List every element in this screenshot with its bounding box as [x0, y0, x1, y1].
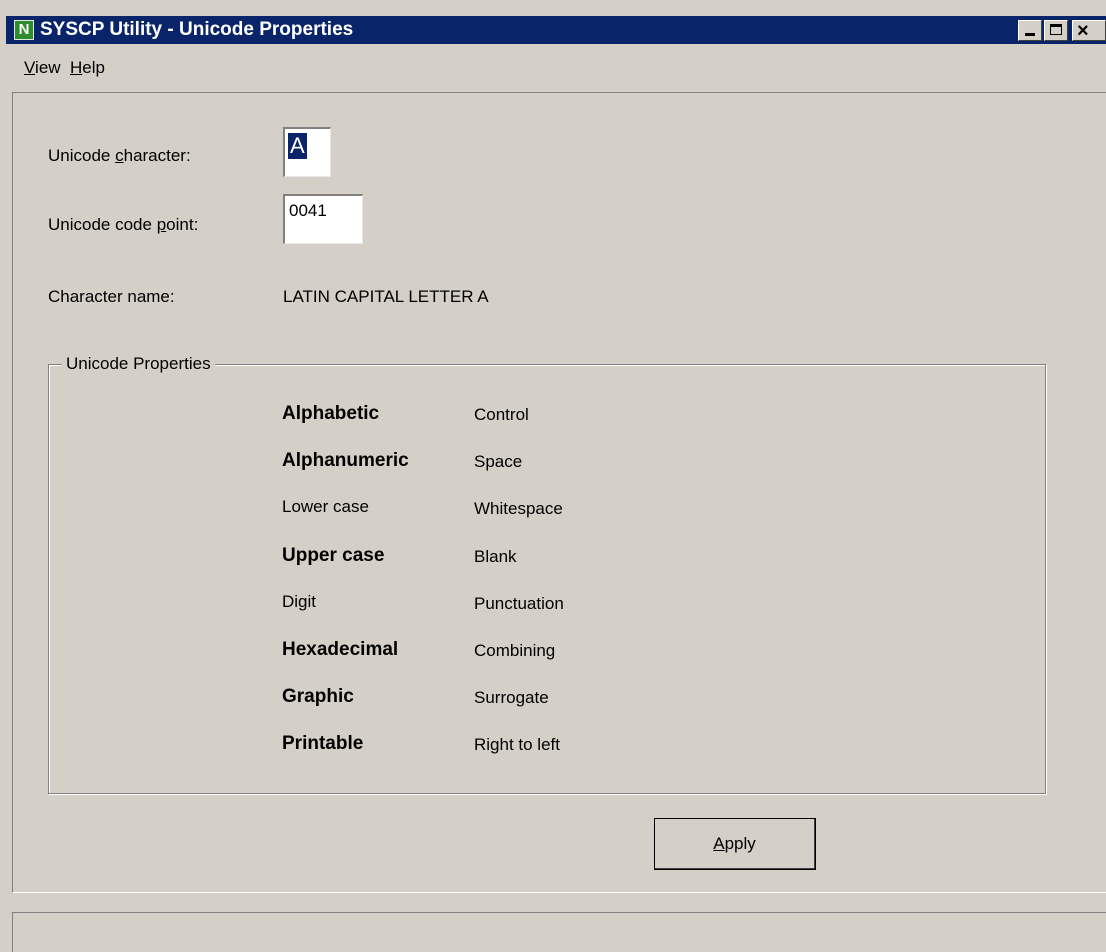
app-window: N SYSCP Utility - Unicode Properties × V…: [0, 0, 1106, 952]
prop-alphabetic: Alphabetic: [282, 403, 380, 424]
char-label-mnemonic: c: [115, 146, 124, 165]
maximize-icon: [1050, 24, 1062, 35]
status-bar: [12, 912, 1106, 952]
minimize-button[interactable]: [1018, 20, 1042, 41]
character-name-label: Character name:: [48, 287, 175, 306]
apply-label: pply: [724, 834, 756, 853]
prop-upper-case: Upper case: [282, 545, 385, 566]
prop-lower-case: Lower case: [282, 497, 369, 516]
menu-view-label: iew: [35, 58, 61, 77]
unicode-code-point-value: 0041: [289, 201, 327, 220]
prop-blank: Blank: [474, 547, 517, 566]
title-bar[interactable]: N SYSCP Utility - Unicode Properties ×: [6, 16, 1106, 44]
character-name-value: LATIN CAPITAL LETTER A: [283, 287, 489, 306]
codepoint-label-pre: Unicode code: [48, 215, 157, 234]
close-icon: ×: [1077, 20, 1089, 42]
minimize-icon: [1025, 33, 1035, 36]
prop-right-to-left: Right to left: [474, 735, 560, 754]
menu-help-label: elp: [82, 58, 105, 77]
prop-hexadecimal: Hexadecimal: [282, 639, 399, 660]
codepoint-label-post: oint:: [166, 215, 199, 234]
apply-button[interactable]: Apply: [654, 818, 816, 870]
prop-control: Control: [474, 405, 529, 424]
maximize-button[interactable]: [1044, 20, 1068, 41]
char-label-post: haracter:: [123, 146, 191, 165]
unicode-character-label: Unicode character:: [48, 146, 191, 166]
prop-space: Space: [474, 452, 523, 471]
unicode-properties-legend: Unicode Properties: [62, 354, 215, 374]
prop-alphanumeric: Alphanumeric: [282, 450, 409, 471]
window-title: SYSCP Utility - Unicode Properties: [40, 19, 354, 40]
char-label-pre: Unicode: [48, 146, 116, 165]
prop-whitespace: Whitespace: [474, 499, 563, 518]
menu-help[interactable]: Help: [70, 58, 105, 78]
unicode-code-point-input[interactable]: 0041: [283, 194, 363, 244]
prop-printable: Printable: [282, 733, 364, 754]
menu-view-mnemonic: V: [24, 58, 36, 77]
prop-punctuation: Punctuation: [474, 594, 564, 613]
app-icon: N: [14, 20, 34, 40]
prop-digit: Digit: [282, 592, 317, 611]
menu-view[interactable]: View: [24, 58, 61, 78]
unicode-properties-group: [48, 364, 1046, 794]
prop-surrogate: Surrogate: [474, 688, 549, 707]
menu-help-mnemonic: H: [70, 58, 83, 77]
prop-graphic: Graphic: [282, 686, 354, 707]
unicode-character-value: A: [288, 133, 307, 159]
unicode-code-point-label: Unicode code point:: [48, 215, 198, 235]
codepoint-label-mnemonic: p: [156, 215, 167, 234]
close-button[interactable]: ×: [1072, 20, 1106, 42]
apply-mnemonic: A: [713, 834, 725, 853]
unicode-character-input[interactable]: A: [283, 127, 331, 177]
prop-combining: Combining: [474, 641, 556, 660]
